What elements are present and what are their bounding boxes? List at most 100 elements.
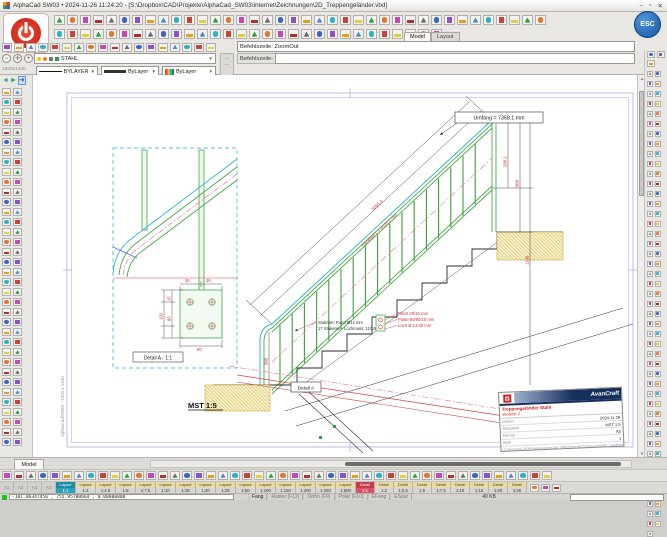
forward-arrow-icon[interactable]: ►: [10, 76, 17, 85]
tool-icon[interactable]: [184, 15, 195, 25]
layer-combo[interactable]: STAHL ▼: [34, 53, 216, 64]
tool-icon[interactable]: [374, 471, 384, 480]
tool-icon[interactable]: [106, 15, 117, 25]
tool-icon[interactable]: [2, 218, 11, 226]
tool-icon[interactable]: [655, 101, 661, 107]
layout-scale-button[interactable]: Layout1:20: [196, 482, 216, 493]
tool-icon[interactable]: [647, 271, 653, 277]
status-toggle-raster[interactable]: Raster (F12): [267, 494, 303, 500]
tool-icon[interactable]: [134, 471, 144, 480]
detail-scale-button[interactable]: Detail1:25: [508, 482, 527, 493]
detail-scale-button[interactable]: Detail1:15: [470, 482, 489, 493]
tool-icon[interactable]: [655, 231, 661, 237]
layout-scale-button[interactable]: Layout1:7.5: [136, 482, 156, 493]
tool-icon[interactable]: [647, 431, 653, 437]
tool-icon[interactable]: [314, 471, 324, 480]
tool-icon[interactable]: [13, 428, 22, 436]
tool-icon[interactable]: [655, 191, 661, 197]
tool-icon[interactable]: [647, 501, 653, 507]
tool-icon[interactable]: [655, 211, 661, 217]
tool-icon[interactable]: [552, 484, 561, 492]
tool-icon[interactable]: [647, 151, 653, 157]
tool-icon[interactable]: [647, 171, 653, 177]
tool-icon[interactable]: [171, 29, 182, 39]
tool-icon[interactable]: [13, 128, 22, 136]
layout-scale-button[interactable]: Layout1:100: [256, 482, 276, 493]
tool-icon[interactable]: [266, 471, 276, 480]
tool-icon[interactable]: [2, 43, 12, 52]
tool-icon[interactable]: [2, 318, 11, 326]
tool-icon[interactable]: [146, 471, 156, 480]
tool-icon[interactable]: [86, 471, 96, 480]
tool-icon[interactable]: [278, 471, 288, 480]
tool-icon[interactable]: [249, 15, 260, 25]
tool-icon[interactable]: [110, 43, 120, 52]
tool-icon[interactable]: [223, 15, 234, 25]
tool-icon[interactable]: [67, 15, 78, 25]
tool-icon[interactable]: [647, 401, 653, 407]
tool-icon[interactable]: [2, 388, 11, 396]
detail-scale-button[interactable]: Detail1:2: [375, 482, 394, 493]
tool-icon[interactable]: [647, 451, 653, 457]
detail-scale-button[interactable]: Detail1:2.5: [394, 482, 413, 493]
tool-icon[interactable]: [655, 391, 661, 397]
tool-icon[interactable]: [506, 471, 516, 480]
tool-icon[interactable]: [74, 471, 84, 480]
tool-icon[interactable]: [2, 398, 11, 406]
tool-icon[interactable]: [655, 201, 661, 207]
tool-icon[interactable]: [2, 368, 11, 376]
tool-icon[interactable]: [2, 418, 11, 426]
esc-button[interactable]: ESC: [634, 11, 661, 38]
tool-icon[interactable]: [647, 361, 653, 367]
tool-icon[interactable]: [2, 138, 11, 146]
tool-icon[interactable]: [249, 29, 260, 39]
tool-icon[interactable]: [655, 121, 661, 127]
detail-inset[interactable]: 36 36 100 80 15 80 Detail A - 1:1: [113, 148, 237, 368]
tool-icon[interactable]: [86, 43, 96, 52]
tool-icon[interactable]: [122, 43, 132, 52]
tool-icon[interactable]: [171, 15, 182, 25]
tool-icon[interactable]: [647, 291, 653, 297]
horizontal-scroll-thumb[interactable]: [345, 462, 621, 466]
tool-icon[interactable]: [2, 308, 11, 316]
tool-icon[interactable]: [2, 298, 11, 306]
layout-scale-button[interactable]: Layout1:150: [276, 482, 296, 493]
tool-icon[interactable]: [2, 288, 11, 296]
tool-icon[interactable]: [2, 238, 11, 246]
tool-icon[interactable]: [655, 171, 661, 177]
tool-icon[interactable]: [134, 43, 144, 52]
tool-icon[interactable]: [647, 161, 653, 167]
tool-icon[interactable]: [13, 88, 22, 96]
tool-icon[interactable]: [13, 208, 22, 216]
tool-icon[interactable]: [242, 471, 252, 480]
layout-scale-button[interactable]: Layout1:250: [316, 482, 336, 493]
tool-icon[interactable]: [431, 15, 442, 25]
tool-icon[interactable]: [2, 438, 11, 446]
tool-icon[interactable]: [2, 248, 11, 256]
tool-icon[interactable]: [236, 15, 247, 25]
tool-icon[interactable]: [2, 178, 11, 186]
layout-scale-button[interactable]: Layout1:2.5: [96, 482, 116, 493]
tool-icon[interactable]: [62, 43, 72, 52]
tool-icon[interactable]: [530, 484, 539, 492]
tool-icon[interactable]: [38, 43, 48, 52]
tool-icon[interactable]: [434, 471, 444, 480]
tool-icon[interactable]: [2, 471, 12, 480]
tool-icon[interactable]: [158, 471, 168, 480]
tool-icon[interactable]: [146, 43, 156, 52]
tool-icon[interactable]: [2, 408, 11, 416]
tool-icon[interactable]: [13, 278, 22, 286]
tool-icon[interactable]: [13, 258, 22, 266]
status-toggle-efang[interactable]: EFang: [368, 494, 391, 500]
tool-icon[interactable]: [50, 471, 60, 480]
tool-icon[interactable]: [26, 471, 36, 480]
tool-icon[interactable]: [458, 471, 468, 480]
tool-icon[interactable]: [210, 15, 221, 25]
tool-icon[interactable]: [2, 198, 11, 206]
tool-icon[interactable]: [13, 298, 22, 306]
layout-scale-button[interactable]: Layout1:1: [56, 482, 76, 493]
tool-icon[interactable]: [13, 348, 22, 356]
tool-icon[interactable]: [158, 43, 168, 52]
tool-icon[interactable]: [647, 321, 653, 327]
tool-icon[interactable]: [647, 311, 653, 317]
